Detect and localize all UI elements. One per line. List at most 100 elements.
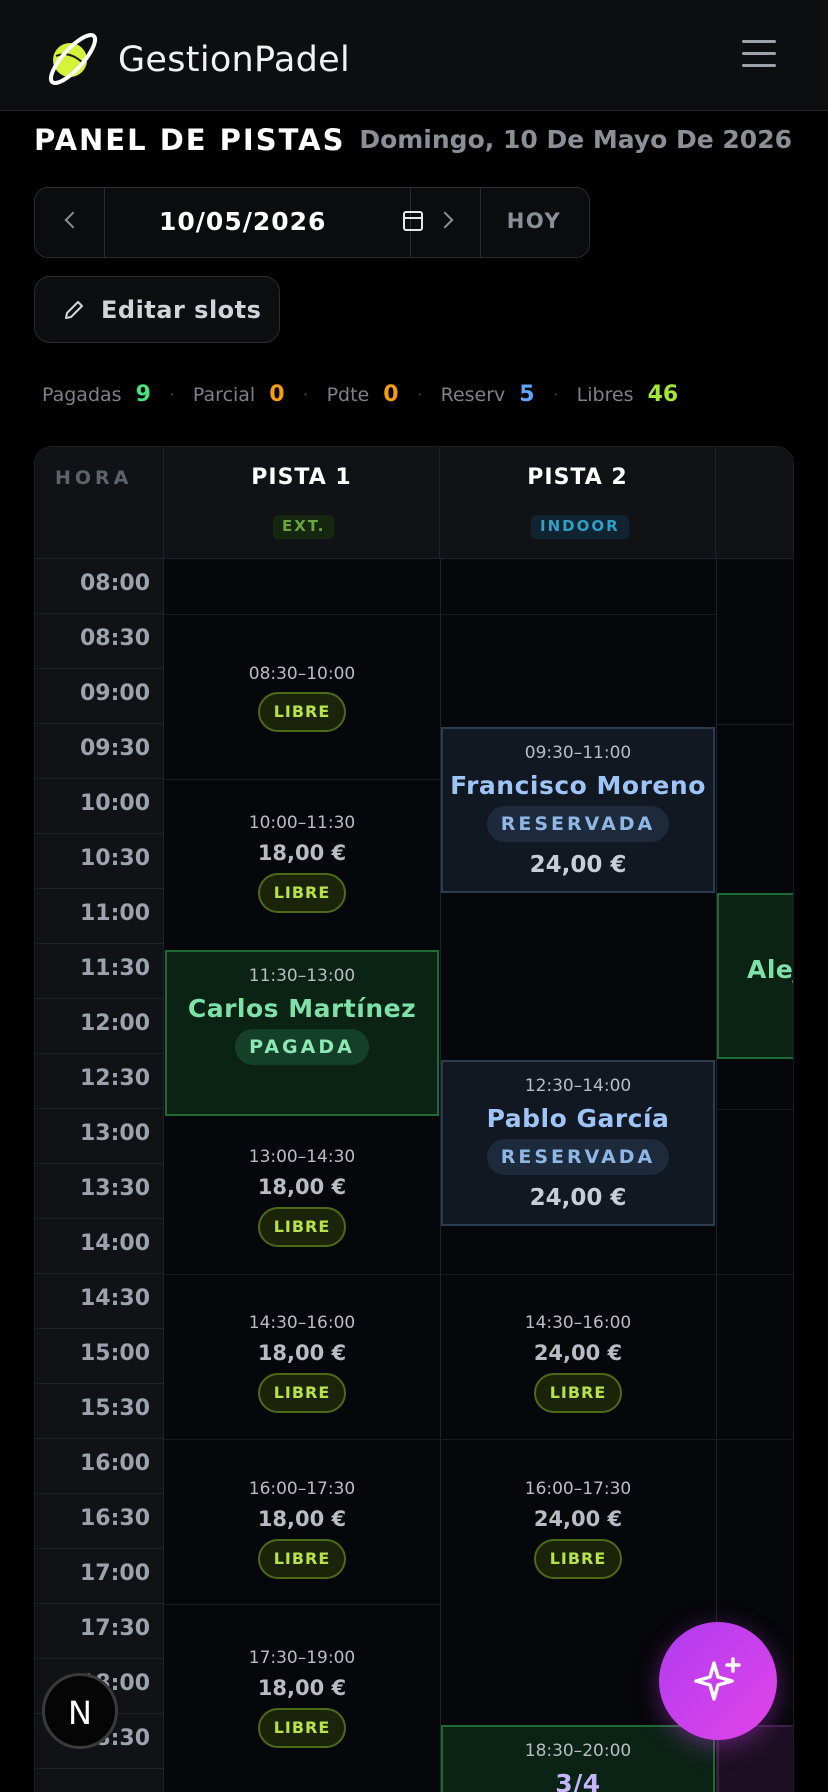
stat-value-reserved: 5 <box>519 382 535 407</box>
stat-separator: · <box>552 384 559 406</box>
reserved-status-badge: RESERVADA <box>486 806 670 842</box>
chevron-right-icon <box>436 211 454 229</box>
time-label: 08:00 <box>35 559 164 614</box>
slot-divider <box>440 614 716 615</box>
court-header-2: PISTA 2 INDOOR <box>440 447 716 559</box>
slot-divider <box>440 1439 716 1440</box>
free-slot[interactable]: 08:30–10:00 LIBRE <box>164 664 440 732</box>
time-label: 10:00 <box>35 779 164 834</box>
reserved-status-badge: RESERVADA <box>486 1139 670 1175</box>
time-label: 12:00 <box>35 999 164 1054</box>
ai-assistant-button[interactable] <box>659 1622 777 1740</box>
free-badge[interactable]: LIBRE <box>534 1539 622 1579</box>
slot-time-range: 14:30–16:00 <box>524 1313 632 1333</box>
slot-price: 24,00 € <box>529 852 627 878</box>
column-divider <box>716 559 717 1792</box>
court-type-badge: EXT. <box>273 515 335 539</box>
menu-icon[interactable] <box>742 38 778 70</box>
free-badge[interactable]: LIBRE <box>258 1373 346 1413</box>
slot-price: 18,00 € <box>257 1175 347 1199</box>
free-slot[interactable]: 16:00–17:30 18,00 € LIBRE <box>164 1479 440 1579</box>
slot-time-range: 18:30–20:00 <box>524 1741 632 1761</box>
free-slot[interactable]: 10:00–11:30 18,00 € LIBRE <box>164 813 440 913</box>
free-badge[interactable]: LIBRE <box>534 1373 622 1413</box>
slot-price: 24,00 € <box>529 1185 627 1211</box>
slot-price: 18,00 € <box>257 841 347 865</box>
time-label: 15:00 <box>35 1329 164 1384</box>
time-label: 10:30 <box>35 834 164 889</box>
player-name: Alej <box>747 955 794 984</box>
edit-slots-button[interactable]: Editar slots <box>34 276 280 343</box>
date-input-value: 10/05/2026 <box>159 207 327 236</box>
free-badge[interactable]: LIBRE <box>258 1708 346 1748</box>
slot-time-range: 09:30–11:00 <box>524 743 632 763</box>
player-name: Francisco Moreno <box>450 771 706 800</box>
stat-value-paid: 9 <box>135 382 151 407</box>
court-type-badge: INDOOR <box>531 515 629 539</box>
stat-separator: · <box>168 384 175 406</box>
court-name: PISTA 1 <box>251 465 352 490</box>
stat-value-free: 46 <box>647 382 679 407</box>
previous-day-button[interactable] <box>35 188 105 257</box>
slot-divider <box>716 1274 793 1275</box>
time-label: 14:00 <box>35 1219 164 1274</box>
free-badge[interactable]: LIBRE <box>258 1207 346 1247</box>
date-input[interactable]: 10/05/2026 <box>105 188 423 257</box>
free-badge[interactable]: LIBRE <box>258 692 346 732</box>
players-count: 3/4 <box>555 1769 601 1792</box>
date-navigation: 10/05/2026 HOY <box>34 187 590 258</box>
n-badge-button[interactable]: N <box>42 1673 118 1749</box>
slot-time-range: 11:30–13:00 <box>248 966 356 986</box>
reserved-booking[interactable]: 12:30–14:00 Pablo García RESERVADA 24,00… <box>441 1060 715 1226</box>
edit-slots-label: Editar slots <box>101 296 262 324</box>
time-label: 12:30 <box>35 1054 164 1109</box>
slot-divider <box>164 1274 440 1275</box>
stat-separator: · <box>302 384 309 406</box>
next-day-button[interactable] <box>411 188 481 257</box>
time-label: 17:30 <box>35 1604 164 1659</box>
partial-booking[interactable]: 18:30–20:00 3/4 <box>441 1725 715 1792</box>
booking-stats: Pagadas 9 · Parcial 0 · Pdte 0 · Reserv … <box>42 382 678 410</box>
time-label: 16:30 <box>35 1494 164 1549</box>
free-slot[interactable]: 13:00–14:30 18,00 € LIBRE <box>164 1147 440 1247</box>
time-label: 14:30 <box>35 1274 164 1329</box>
reserved-booking[interactable]: 09:30–11:00 Francisco Moreno RESERVADA 2… <box>441 727 715 893</box>
free-slot[interactable]: 14:30–16:00 24,00 € LIBRE <box>440 1313 716 1413</box>
top-bar: GestionPadel <box>0 0 828 111</box>
free-badge[interactable]: LIBRE <box>258 1539 346 1579</box>
paid-booking[interactable]: 11:30–13:00 Carlos Martínez PAGADA <box>165 950 439 1116</box>
slot-divider <box>164 779 440 780</box>
free-badge[interactable]: LIBRE <box>258 873 346 913</box>
time-label: 11:30 <box>35 944 164 999</box>
slot-time-range: 14:30–16:00 <box>248 1313 356 1333</box>
slot-divider <box>716 1109 793 1110</box>
free-slot[interactable]: 16:00–17:30 24,00 € LIBRE <box>440 1479 716 1579</box>
slot-time-range: 16:00–17:30 <box>524 1479 632 1499</box>
n-badge-label: N <box>68 1694 92 1732</box>
court-header-1: PISTA 1 EXT. <box>164 447 440 559</box>
paid-booking[interactable]: Alej <box>717 893 794 1059</box>
court-header-3 <box>716 447 793 559</box>
free-slot[interactable]: 17:30–19:00 18,00 € LIBRE <box>164 1648 440 1748</box>
app-name: GestionPadel <box>118 40 350 80</box>
pencil-icon <box>65 301 83 319</box>
sparkles-icon <box>694 1657 741 1701</box>
slot-time-range: 16:00–17:30 <box>248 1479 356 1499</box>
slot-divider <box>440 1274 716 1275</box>
free-slot[interactable]: 14:30–16:00 18,00 € LIBRE <box>164 1313 440 1413</box>
chevron-left-icon <box>64 211 82 229</box>
slot-divider <box>164 614 440 615</box>
hour-column: 08:00 08:30 09:00 09:30 10:00 10:30 11:0… <box>35 559 164 1792</box>
stat-label-reserved: Reserv <box>440 384 506 406</box>
time-label: 16:00 <box>35 1439 164 1494</box>
slot-time-range: 12:30–14:00 <box>524 1076 632 1096</box>
today-button[interactable]: HOY <box>481 188 589 257</box>
stat-label-pending: Pdte <box>326 384 370 406</box>
hour-header-label: HORA <box>55 467 133 489</box>
slot-time-range: 17:30–19:00 <box>248 1648 356 1668</box>
time-label: 08:30 <box>35 614 164 669</box>
slot-price: 18,00 € <box>257 1507 347 1531</box>
slot-price: 24,00 € <box>533 1507 623 1531</box>
time-label: 13:00 <box>35 1109 164 1164</box>
current-date-text: Domingo, 10 De Mayo De 2026 <box>359 125 792 154</box>
